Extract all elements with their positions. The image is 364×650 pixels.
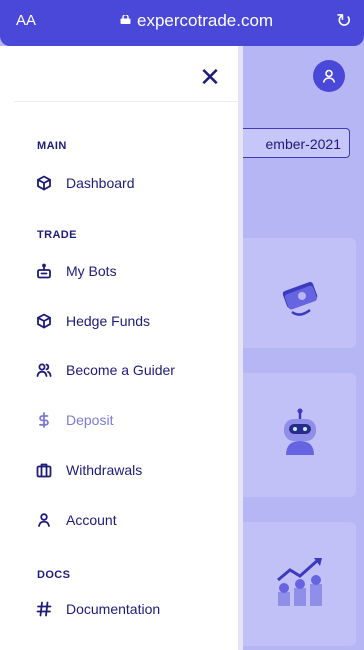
sidebar-item-documentation[interactable]: Documentation [35,596,160,622]
hash-icon [35,600,53,618]
sidebar-item-account[interactable]: Account [35,507,117,533]
section-label-main: MAIN [37,140,67,152]
robot-icon [284,408,316,455]
section-label-trade: TRADE [37,229,77,241]
sidebar-item-label: Become a Guider [66,362,175,378]
sidebar-item-label: Dashboard [66,175,135,191]
sidebar-item-hedge-funds[interactable]: Hedge Funds [35,308,150,334]
stat-card-funds [238,238,356,348]
sidebar-item-withdrawals[interactable]: Withdrawals [35,457,142,483]
sidebar-item-deposit[interactable]: Deposit [35,407,113,433]
sidebar-item-label: Hedge Funds [66,313,151,329]
sidebar-item-label: Withdrawals [66,462,143,478]
sidebar-item-become-guider[interactable]: Become a Guider [35,357,175,383]
money-stack-icon [282,281,318,316]
reload-icon[interactable]: ↻ [336,10,352,33]
avatar[interactable] [313,60,345,92]
url-host[interactable]: expercotrade.com [137,11,273,31]
sidebar-item-label: Deposit [66,412,114,428]
user-icon [322,69,336,83]
browser-url-bar[interactable]: AA expercotrade.com ↻ [0,0,364,46]
users-icon [35,361,53,379]
stat-card-growth [238,522,356,646]
close-button[interactable]: ✕ [197,64,223,90]
sidebar-item-label: Account [66,512,117,528]
drawer-divider [14,101,238,102]
growth-chart-icon [277,558,322,606]
cube-icon [35,312,53,330]
user-icon [35,511,53,529]
robot-icon [35,262,53,280]
dollar-icon [35,411,53,429]
sidebar-item-dashboard[interactable]: Dashboard [35,170,135,196]
briefcase-icon [35,461,53,479]
sidebar-item-my-bots[interactable]: My Bots [35,258,117,284]
sidebar-item-label: My Bots [66,263,117,279]
nav-drawer: ✕ MAIN Dashboard TRADE My Bots Hedge Fun… [0,46,243,650]
text-size-button[interactable]: AA [16,12,36,29]
sidebar-item-label: Documentation [66,601,161,617]
stat-card-bots [238,373,356,497]
lock-icon [120,15,131,24]
date-selector[interactable]: ember-2021 [230,128,350,158]
section-label-docs: DOCS [37,569,71,581]
cube-icon [35,174,53,192]
